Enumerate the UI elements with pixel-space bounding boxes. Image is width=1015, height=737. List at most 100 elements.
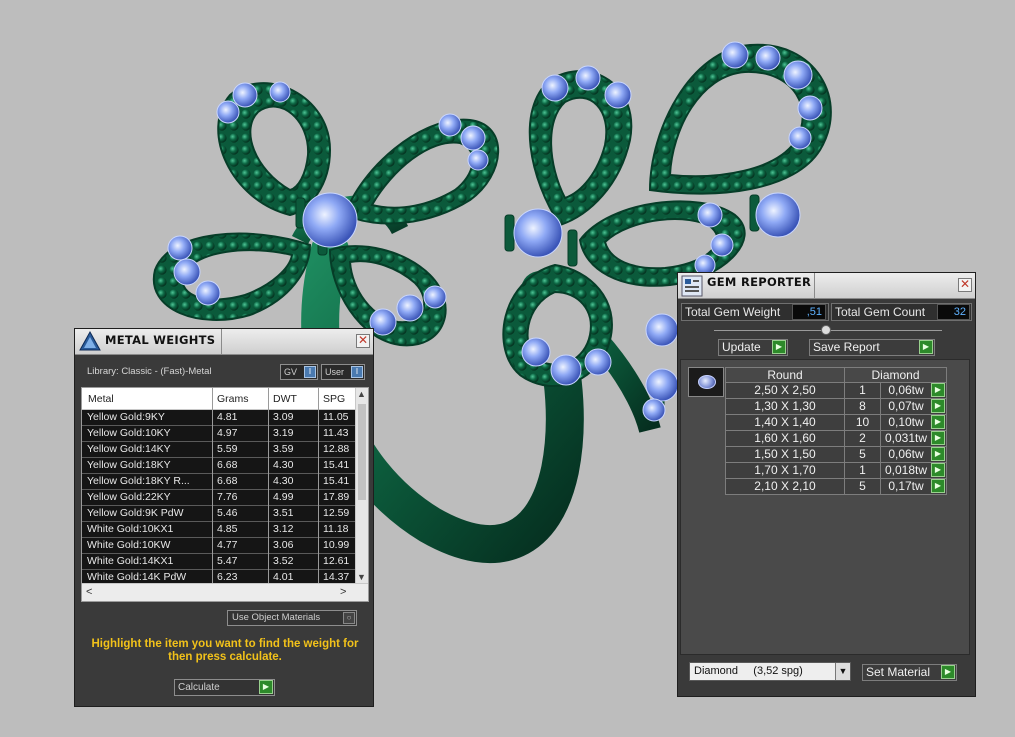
dwt-cell: 3.06 xyxy=(273,539,294,551)
table-row[interactable]: 1,50 X 1,50 5 0,06tw ▶ xyxy=(725,447,947,463)
gem-slider[interactable] xyxy=(714,325,942,335)
metal-weights-app-icon xyxy=(79,330,101,351)
spg-cell: 11.05 xyxy=(323,411,349,423)
table-row[interactable]: Yellow Gold:14KY 5.59 3.59 12.88 xyxy=(82,442,356,458)
table-row[interactable]: 1,70 X 1,70 1 0,018tw ▶ xyxy=(725,463,947,479)
dwt-cell: 4.30 xyxy=(273,459,294,471)
slider-handle[interactable] xyxy=(821,325,831,335)
dwt-cell: 3.59 xyxy=(273,443,294,455)
gem-size-cell: 1,60 X 1,60 xyxy=(754,431,816,445)
use-object-materials-checkbox[interactable]: Use Object Materials ○ xyxy=(227,610,357,626)
col-divider xyxy=(268,388,269,583)
material-select[interactable]: Diamond (3,52 spg) ▼ xyxy=(689,662,851,681)
gem-reporter-title: GEM REPORTER xyxy=(707,275,812,289)
metal-name-cell: Yellow Gold:9K PdW xyxy=(87,507,184,519)
spg-cell: 10.99 xyxy=(323,539,350,551)
table-row[interactable]: 1,30 X 1,30 8 0,07tw ▶ xyxy=(725,399,947,415)
gem-size-cell: 2,50 X 2,50 xyxy=(754,383,816,397)
user-toggle-knob: I xyxy=(351,366,363,378)
col-divider xyxy=(212,388,213,583)
play-arrow-icon[interactable]: ▶ xyxy=(931,447,945,461)
table-row[interactable]: Yellow Gold:9KY 4.81 3.09 11.05 xyxy=(82,410,356,426)
table-row[interactable]: Yellow Gold:22KY 7.76 4.99 17.89 xyxy=(82,490,356,506)
gem-size-cell: 1,30 X 1,30 xyxy=(754,399,816,413)
table-row[interactable]: 1,40 X 1,40 10 0,10tw ▶ xyxy=(725,415,947,431)
dwt-cell: 4.01 xyxy=(273,571,294,583)
metal-table-body: Yellow Gold:9KY 4.81 3.09 11.05 Yellow Gold:… xyxy=(82,410,356,586)
table-row[interactable]: White Gold:10KW 4.77 3.06 10.99 xyxy=(82,538,356,554)
play-arrow-icon[interactable]: ▶ xyxy=(931,431,945,445)
gem-size-cell: 1,70 X 1,70 xyxy=(754,463,816,477)
play-arrow-icon[interactable]: ▶ xyxy=(941,665,955,679)
gem-count-cell: 8 xyxy=(859,399,866,413)
metal-table-hscroll[interactable]: < > xyxy=(82,583,368,601)
col-dwt[interactable]: DWT xyxy=(273,393,297,405)
col-grams[interactable]: Grams xyxy=(217,393,249,405)
table-row[interactable]: Yellow Gold:18KY 6.68 4.30 15.41 xyxy=(82,458,356,474)
table-row[interactable]: Yellow Gold:9K PdW 5.46 3.51 12.59 xyxy=(82,506,356,522)
table-row[interactable]: 2,10 X 2,10 5 0,17tw ▶ xyxy=(725,479,947,495)
col-divider xyxy=(844,415,845,430)
metal-table-vscroll[interactable]: ▲ ▼ xyxy=(355,388,368,583)
play-arrow-icon[interactable]: ▶ xyxy=(931,479,945,493)
dwt-cell: 3.51 xyxy=(273,507,294,519)
grams-cell: 5.47 xyxy=(217,555,238,567)
grams-cell: 7.76 xyxy=(217,491,238,503)
metal-name-cell: Yellow Gold:9KY xyxy=(87,411,165,423)
col-metal[interactable]: Metal xyxy=(88,393,114,405)
scroll-right-icon[interactable]: > xyxy=(340,586,346,598)
scroll-up-icon[interactable]: ▲ xyxy=(357,389,366,399)
gv-toggle[interactable]: GV I xyxy=(280,364,318,380)
table-row[interactable]: Yellow Gold:18KY R... 6.68 4.30 15.41 xyxy=(82,474,356,490)
metal-weights-titlebar[interactable]: METAL WEIGHTS ✕ xyxy=(75,329,373,355)
gem-size-cell: 1,50 X 1,50 xyxy=(754,447,816,461)
spg-cell: 15.41 xyxy=(323,475,350,487)
save-report-button[interactable]: Save Report ▶ xyxy=(809,339,935,356)
spg-cell: 17.89 xyxy=(323,491,350,503)
calculate-hint: Highlight the item you want to find the … xyxy=(91,638,359,663)
play-arrow-icon[interactable]: ▶ xyxy=(931,383,945,397)
gem-reporter-titlebar[interactable]: GEM REPORTER ✕ xyxy=(678,273,975,299)
gem-weight-cell: 0,17tw xyxy=(888,479,924,493)
metal-name-cell: Yellow Gold:18KY xyxy=(87,459,171,471)
spg-cell: 12.88 xyxy=(323,443,350,455)
user-toggle[interactable]: User I xyxy=(321,364,365,380)
metal-table[interactable]: Metal Grams DWT SPG Yellow Gold:9KY 4.81 3… xyxy=(81,387,369,602)
play-arrow-icon[interactable]: ▶ xyxy=(772,340,786,354)
play-arrow-icon[interactable]: ▶ xyxy=(259,680,273,694)
round-gem-icon xyxy=(698,375,716,389)
play-arrow-icon[interactable]: ▶ xyxy=(931,415,945,429)
metal-name-cell: White Gold:14KX1 xyxy=(87,555,174,567)
table-row[interactable]: Yellow Gold:10KY 4.97 3.19 11.43 xyxy=(82,426,356,442)
metal-name-cell: White Gold:10KX1 xyxy=(87,523,174,535)
play-arrow-icon[interactable]: ▶ xyxy=(931,463,945,477)
table-row[interactable]: White Gold:10KX1 4.85 3.12 11.18 xyxy=(82,522,356,538)
close-icon[interactable]: ✕ xyxy=(356,334,370,348)
play-arrow-icon[interactable]: ▶ xyxy=(919,340,933,354)
vscroll-thumb[interactable] xyxy=(358,404,366,500)
close-icon[interactable]: ✕ xyxy=(958,278,972,292)
metal-name-cell: White Gold:10KW xyxy=(87,539,171,551)
calculate-label: Calculate xyxy=(178,682,220,693)
col-divider xyxy=(844,447,845,462)
scroll-left-icon[interactable]: < xyxy=(86,586,92,598)
titlebar-divider xyxy=(814,273,815,299)
table-row[interactable]: White Gold:14KX1 5.47 3.52 12.61 xyxy=(82,554,356,570)
gem-table-body: 2,50 X 2,50 1 0,06tw ▶ 1,30 X 1,30 8 0,07tw ▶ 1,… xyxy=(725,383,947,495)
play-arrow-icon[interactable]: ▶ xyxy=(931,399,945,413)
checkbox-box[interactable]: ○ xyxy=(343,612,355,624)
metal-name-cell: Yellow Gold:18KY R... xyxy=(87,475,190,487)
calculate-button[interactable]: Calculate ▶ xyxy=(174,679,275,696)
scroll-down-icon[interactable]: ▼ xyxy=(357,572,366,582)
set-material-button[interactable]: Set Material ▶ xyxy=(862,664,957,681)
round-gem-thumbnail[interactable] xyxy=(688,367,724,397)
gem-count-cell: 1 xyxy=(859,463,866,477)
table-row[interactable]: 1,60 X 1,60 2 0,031tw ▶ xyxy=(725,431,947,447)
gv-label: GV xyxy=(284,367,298,377)
save-report-label: Save Report xyxy=(813,340,880,354)
update-button[interactable]: Update ▶ xyxy=(718,339,788,356)
chevron-down-icon[interactable]: ▼ xyxy=(835,663,850,680)
table-row[interactable]: 2,50 X 2,50 1 0,06tw ▶ xyxy=(725,383,947,399)
col-spg[interactable]: SPG xyxy=(323,393,345,405)
metal-name-cell: White Gold:14K PdW xyxy=(87,571,187,583)
